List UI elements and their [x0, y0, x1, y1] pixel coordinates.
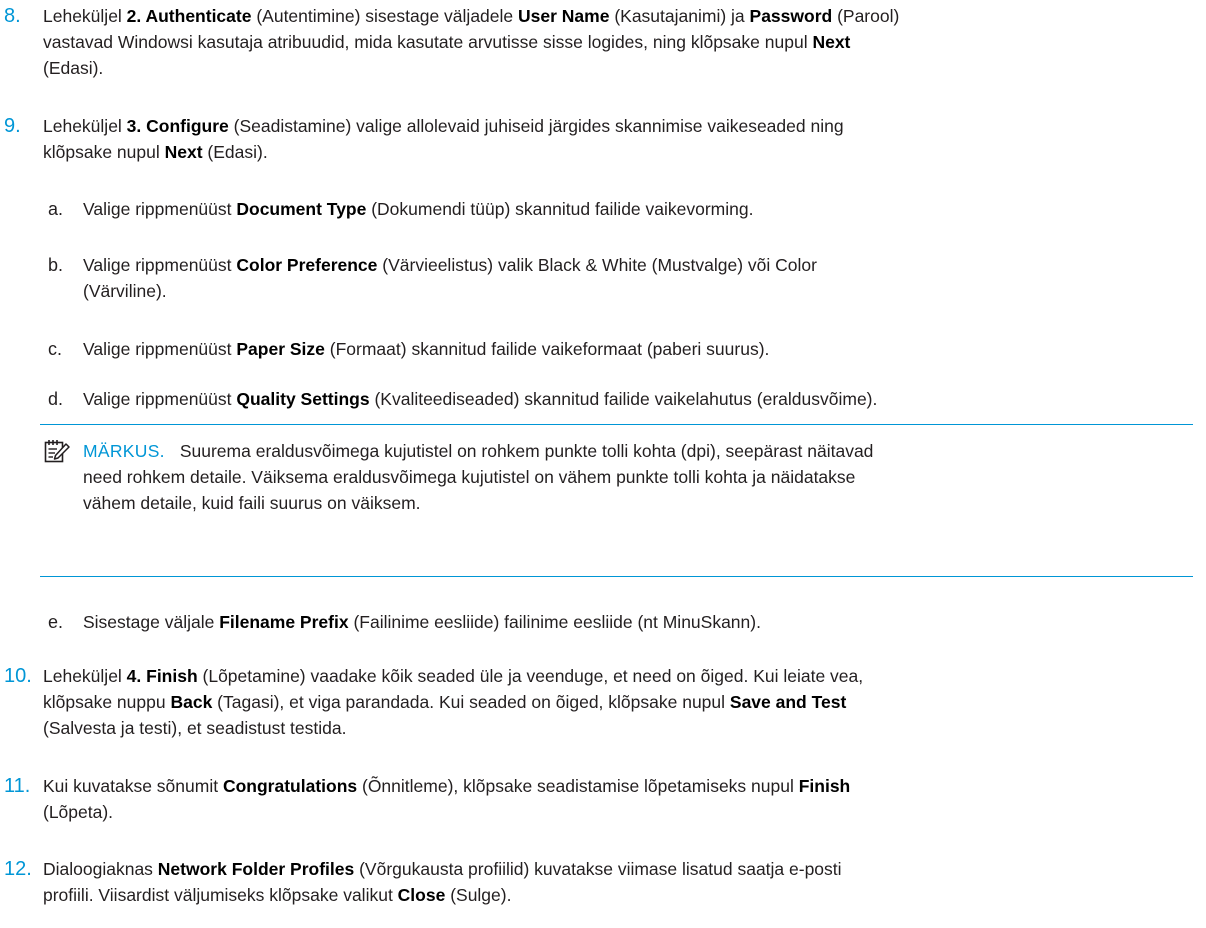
text: (Õnnitleme), klõpsake seadistamise lõpet…	[357, 776, 799, 796]
ui-term: 3. Configure	[126, 116, 229, 136]
text: Valige rippmenüüst	[83, 255, 237, 275]
manual-page: 8. Leheküljel 2. Authenticate (Autentimi…	[0, 0, 1206, 928]
line: profiili. Viisardist väljumiseks klõpsak…	[43, 882, 1193, 908]
text: klõpsake nupul	[43, 142, 165, 162]
text: Valige rippmenüüst	[83, 389, 237, 409]
text: (Formaat) skannitud failide vaikeformaat…	[324, 339, 770, 359]
text: profiili. Viisardist väljumiseks klõpsak…	[43, 885, 398, 905]
step-text: Leheküljel 4. Finish (Lõpetamine) vaadak…	[43, 663, 1193, 741]
ui-term: Paper Size	[236, 339, 325, 359]
note-top-rule	[40, 424, 1193, 425]
ui-term: User Name	[518, 6, 610, 26]
substep-text: Valige rippmenüüst Color Preference (Vär…	[83, 252, 1193, 304]
step-number: 11.	[4, 775, 31, 797]
step-text: Leheküljel 2. Authenticate (Autentimine)…	[43, 3, 1193, 81]
substep-letter: e.	[48, 612, 64, 632]
ui-term: Save and Test	[729, 692, 847, 712]
step-number: 8.	[4, 5, 21, 27]
ui-term: Close	[397, 885, 446, 905]
text: (Kvaliteediseaded) skannitud failide vai…	[369, 389, 878, 409]
ui-term: Quality Settings	[236, 389, 370, 409]
ui-term: 2. Authenticate	[126, 6, 252, 26]
line: vastavad Windowsi kasutaja atribuudid, m…	[43, 29, 1193, 55]
ui-term: Filename Prefix	[219, 612, 349, 632]
note-bottom-rule	[40, 576, 1193, 577]
line: Kui kuvatakse sõnumit Congratulations (Õ…	[43, 773, 1193, 799]
step-text: Leheküljel 3. Configure (Seadistamine) v…	[43, 113, 1193, 165]
step-number: 10.	[4, 665, 32, 687]
line: Leheküljel 3. Configure (Seadistamine) v…	[43, 113, 1193, 139]
ui-term: Color Preference	[236, 255, 378, 275]
text: (Tagasi), et viga parandada. Kui seaded …	[212, 692, 730, 712]
substep-letter: d.	[48, 389, 64, 409]
text: Suurema eraldusvõimega kujutistel on roh…	[179, 441, 874, 461]
text: Leheküljel	[43, 116, 127, 136]
note-box: MÄRKUS. Suurema eraldusvõimega kujutistel…	[40, 424, 1193, 577]
text: Valige rippmenüüst	[83, 339, 237, 359]
text: Sisestage väljale	[83, 612, 220, 632]
line: MÄRKUS. Suurema eraldusvõimega kujutistel…	[83, 438, 1183, 464]
step-number: 12.	[4, 858, 32, 880]
line: (Salvesta ja testi), et seadistust testi…	[43, 718, 347, 738]
ui-term: Back	[170, 692, 213, 712]
step-text: Dialoogiaknas Network Folder Profiles (V…	[43, 856, 1193, 908]
step-text: Kui kuvatakse sõnumit Congratulations (Õ…	[43, 773, 1193, 825]
line: Valige rippmenüüst Color Preference (Vär…	[83, 252, 1193, 278]
text: (Kasutajanimi) ja	[609, 6, 750, 26]
line: Leheküljel 2. Authenticate (Autentimine)…	[43, 3, 1193, 29]
note-text: MÄRKUS. Suurema eraldusvõimega kujutistel…	[83, 438, 1183, 516]
line: (Värviline).	[83, 281, 167, 301]
text: klõpsake nuppu	[43, 692, 171, 712]
substep-text: Valige rippmenüüst Quality Settings (Kva…	[83, 386, 1193, 412]
text: (Edasi).	[202, 142, 268, 162]
line: (Edasi).	[43, 58, 104, 78]
text: (Sulge).	[445, 885, 512, 905]
line: vähem detaile, kuid faili suurus on väik…	[83, 493, 421, 513]
line: (Lõpeta).	[43, 802, 114, 822]
line: need rohkem detaile. Väiksema eraldusvõi…	[83, 467, 856, 487]
ui-term: Next	[812, 32, 851, 52]
substep-text: Valige rippmenüüst Paper Size (Formaat) …	[83, 336, 1193, 362]
text: (Värvieelistus) valik Black & White (Mus…	[377, 255, 817, 275]
line: klõpsake nupul Next (Edasi).	[43, 139, 1193, 165]
substep-text: Valige rippmenüüst Document Type (Dokume…	[83, 196, 1193, 222]
text: vastavad Windowsi kasutaja atribuudid, m…	[43, 32, 813, 52]
line: Leheküljel 4. Finish (Lõpetamine) vaadak…	[43, 663, 1193, 689]
text: Leheküljel	[43, 666, 127, 686]
ui-term: Next	[164, 142, 203, 162]
substep-letter: c.	[48, 339, 63, 359]
substep-letter: b.	[48, 255, 64, 275]
text: (Lõpetamine) vaadake kõik seaded üle ja …	[197, 666, 864, 686]
line: klõpsake nuppu Back (Tagasi), et viga pa…	[43, 689, 1193, 715]
text: (Dokumendi tüüp) skannitud failide vaike…	[366, 199, 754, 219]
text: (Seadistamine) valige allolevaid juhisei…	[228, 116, 844, 136]
note-pencil-icon	[44, 440, 70, 463]
ui-term: Password	[749, 6, 833, 26]
text: (Parool)	[832, 6, 900, 26]
ui-term: 4. Finish	[126, 666, 198, 686]
line: Dialoogiaknas Network Folder Profiles (V…	[43, 856, 1193, 882]
ui-term: Finish	[798, 776, 851, 796]
ui-term: Congratulations	[222, 776, 358, 796]
substep-letter: a.	[48, 199, 64, 219]
ui-term: Document Type	[236, 199, 367, 219]
ui-term: Network Folder Profiles	[157, 859, 355, 879]
text: Leheküljel	[43, 6, 127, 26]
step-number: 9.	[4, 115, 21, 137]
text: (Failinime eesliide) failinime eesliide …	[348, 612, 761, 632]
text: (Võrgukausta profiilid) kuvatakse viimas…	[354, 859, 842, 879]
note-label: MÄRKUS.	[83, 441, 165, 461]
text: Kui kuvatakse sõnumit	[43, 776, 223, 796]
text: Dialoogiaknas	[43, 859, 158, 879]
substep-text: Sisestage väljale Filename Prefix (Faili…	[83, 609, 1193, 635]
text: Valige rippmenüüst	[83, 199, 237, 219]
text: (Autentimine) sisestage väljadele	[251, 6, 518, 26]
